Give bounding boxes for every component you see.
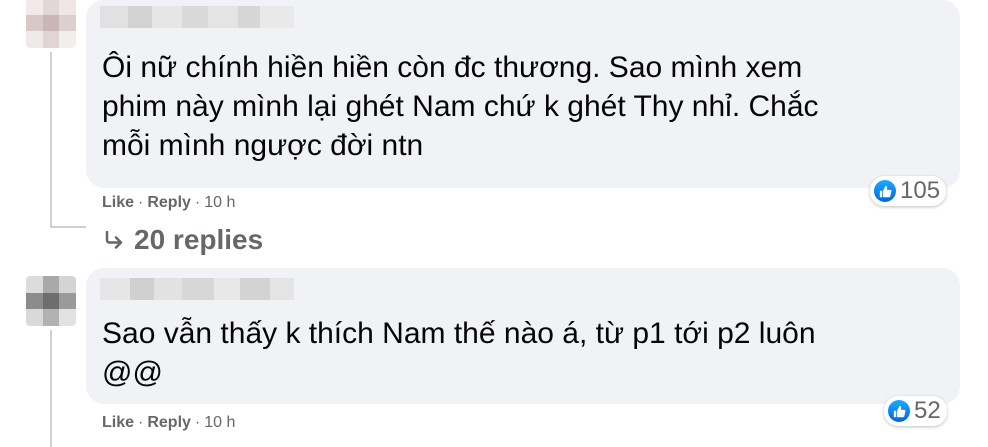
reaction-count: 52 [914, 397, 941, 424]
replies-label: 20 replies [134, 224, 264, 255]
timestamp[interactable]: 10 h [204, 414, 235, 431]
reaction-summary[interactable]: 105 [870, 176, 947, 206]
thread-connector [50, 226, 86, 228]
comment-text: Sao vẫn thấy k thích Nam thế nào á, từ p… [102, 317, 816, 389]
view-replies-button[interactable]: 20 replies [104, 224, 263, 256]
comment-actions: Like · Reply · 10 h [102, 194, 236, 211]
thread-line [50, 52, 52, 228]
author-name-blurred[interactable] [100, 278, 294, 300]
like-link[interactable]: Like [102, 414, 134, 431]
reaction-count: 105 [900, 177, 941, 204]
avatar[interactable] [26, 276, 76, 326]
reply-arrow-icon [104, 231, 124, 249]
thread-line [50, 330, 52, 447]
comment-bubble: Sao vẫn thấy k thích Nam thế nào á, từ p… [86, 268, 960, 404]
timestamp[interactable]: 10 h [204, 194, 235, 211]
comment-bubble: Ôi nữ chính hiền hiền còn đc thương. Sao… [86, 0, 960, 188]
author-name-blurred[interactable] [100, 6, 294, 28]
comment-text: Ôi nữ chính hiền hiền còn đc thương. Sao… [102, 51, 819, 162]
reaction-summary[interactable]: 52 [884, 396, 947, 426]
reply-link[interactable]: Reply [147, 414, 191, 431]
like-link[interactable]: Like [102, 194, 134, 211]
like-icon [874, 180, 896, 202]
reply-link[interactable]: Reply [147, 194, 191, 211]
avatar[interactable] [26, 0, 76, 48]
comment-actions: Like · Reply · 10 h [102, 414, 236, 431]
like-icon [888, 400, 910, 422]
